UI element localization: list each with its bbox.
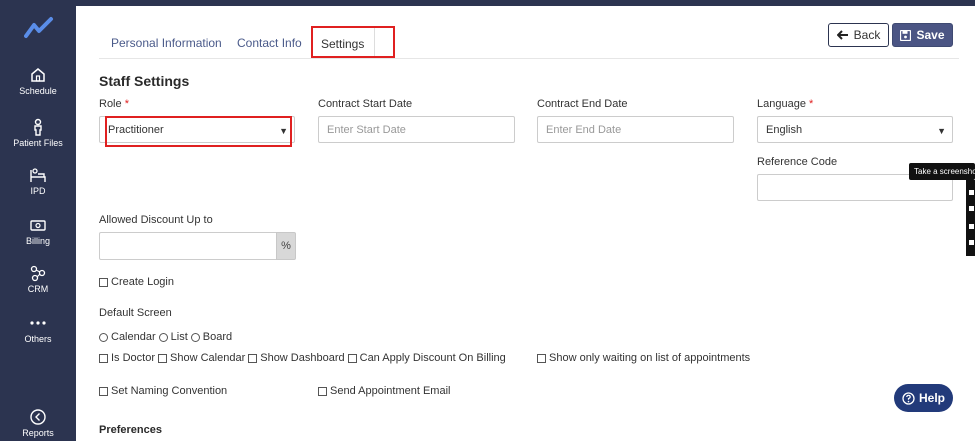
- tab-settings-highlight: Settings: [311, 26, 395, 58]
- allowed-discount-label: Allowed Discount Up to: [99, 214, 213, 226]
- sidebar-item-ipd[interactable]: IPD: [0, 166, 76, 196]
- radio-list-label: List: [170, 331, 188, 343]
- billing-icon: [30, 220, 46, 231]
- checkbox-box[interactable]: [537, 353, 546, 363]
- arrow-left-icon: [836, 30, 848, 40]
- sidebar-item-reports[interactable]: Reports: [0, 408, 76, 438]
- sidebar-item-crm[interactable]: CRM: [0, 264, 76, 294]
- required-marker: *: [124, 98, 129, 110]
- checkbox-box[interactable]: [99, 277, 108, 287]
- sidebar-item-schedule[interactable]: Schedule: [0, 66, 76, 96]
- radio-calendar-label: Calendar: [111, 331, 156, 343]
- radio-board[interactable]: [190, 332, 200, 342]
- is-doctor-checkbox[interactable]: [99, 353, 108, 363]
- tab-contact-info[interactable]: Contact Info: [237, 36, 302, 50]
- can-apply-discount-checkbox[interactable]: [347, 353, 357, 363]
- sidebar-item-label: Reports: [22, 428, 54, 438]
- reference-code-label: Reference Code: [757, 156, 838, 168]
- can-apply-discount-label: Can Apply Discount On Billing: [359, 352, 506, 364]
- save-label: Save: [916, 28, 945, 42]
- show-calendar-label: Show Calendar: [170, 352, 246, 364]
- language-label-text: Language: [757, 98, 806, 110]
- camera-icon[interactable]: [969, 190, 974, 195]
- sidebar-item-label: Patient Files: [13, 138, 63, 148]
- sidebar: Schedule Patient Files IPD Billing CRM O…: [0, 6, 76, 441]
- sidebar-item-label: Billing: [25, 236, 50, 246]
- default-screen-radio-group: Calendar List Board: [99, 331, 232, 343]
- edit-icon[interactable]: [969, 224, 974, 229]
- help-button[interactable]: Help: [894, 384, 953, 412]
- sidebar-item-billing[interactable]: Billing: [0, 216, 76, 246]
- reports-icon: [30, 409, 46, 425]
- help-icon: [902, 391, 915, 405]
- crm-icon: [30, 265, 46, 282]
- contract-start-date-field[interactable]: Enter Start Date: [318, 116, 515, 143]
- contract-end-label: Contract End Date: [537, 98, 628, 110]
- create-login-checkbox[interactable]: Create Login: [99, 276, 174, 288]
- role-label-text: Role: [99, 98, 122, 110]
- allowed-discount-field[interactable]: [99, 232, 277, 260]
- set-naming-convention-checkbox[interactable]: Set Naming Convention: [99, 385, 227, 397]
- send-appointment-email-label: Send Appointment Email: [330, 385, 451, 397]
- language-value: English: [766, 123, 803, 136]
- language-label: Language *: [757, 98, 813, 110]
- checkbox-box[interactable]: [318, 386, 327, 396]
- percent-suffix: %: [276, 232, 296, 260]
- person-icon: [34, 118, 42, 136]
- set-naming-convention-label: Set Naming Convention: [111, 385, 228, 397]
- contract-start-label: Contract Start Date: [318, 98, 413, 110]
- radio-list[interactable]: [158, 332, 168, 342]
- language-select[interactable]: English ▼: [757, 116, 953, 143]
- save-button[interactable]: Save: [892, 23, 953, 47]
- show-only-waiting-label: Show only waiting on list of appointment…: [549, 352, 751, 364]
- help-label: Help: [918, 391, 945, 405]
- screenshot-toolbar[interactable]: [966, 180, 975, 256]
- sidebar-item-patient-files[interactable]: Patient Files: [0, 118, 76, 148]
- is-doctor-label: Is Doctor: [111, 352, 156, 364]
- page-title: Staff Settings: [99, 73, 190, 89]
- caret-down-icon: ▼: [937, 126, 946, 136]
- role-highlight: [105, 116, 292, 147]
- sidebar-item-label: Others: [24, 334, 52, 344]
- tab-personal-information[interactable]: Personal Information: [111, 36, 222, 50]
- back-button[interactable]: Back: [828, 23, 889, 47]
- preferences-heading: Preferences: [99, 424, 162, 436]
- show-only-waiting-checkbox[interactable]: Show only waiting on list of appointment…: [537, 352, 750, 364]
- send-appointment-email-checkbox[interactable]: Send Appointment Email: [318, 385, 450, 397]
- required-marker: *: [809, 98, 814, 110]
- top-bar: [0, 0, 975, 6]
- sidebar-item-label: CRM: [27, 284, 49, 294]
- bed-icon: [30, 168, 46, 182]
- contract-start-placeholder: Enter Start Date: [327, 123, 406, 136]
- more-icon: [30, 321, 46, 325]
- sidebar-item-label: IPD: [30, 186, 46, 196]
- tab-divider: [99, 58, 959, 59]
- sidebar-item-label: Schedule: [19, 86, 57, 96]
- crop-icon[interactable]: [969, 206, 974, 211]
- show-dashboard-checkbox[interactable]: [248, 353, 258, 363]
- show-calendar-checkbox[interactable]: [158, 353, 168, 363]
- role-label: Role *: [99, 98, 129, 110]
- screenshot-tooltip: Take a screenshot: [909, 163, 975, 180]
- sidebar-item-others[interactable]: Others: [0, 314, 76, 344]
- home-icon: [31, 68, 45, 82]
- create-login-label: Create Login: [111, 276, 174, 288]
- options-checkbox-row: Is Doctor Show Calendar Show Dashboard C…: [99, 352, 506, 364]
- show-dashboard-label: Show Dashboard: [260, 352, 345, 364]
- app-logo[interactable]: [24, 16, 54, 40]
- radio-calendar[interactable]: [99, 332, 108, 342]
- contract-end-placeholder: Enter End Date: [546, 123, 622, 136]
- gear-icon[interactable]: [969, 240, 974, 245]
- floppy-disk-icon: [900, 29, 912, 41]
- checkbox-box[interactable]: [99, 386, 108, 396]
- default-screen-label: Default Screen: [99, 307, 172, 319]
- contract-end-date-field[interactable]: Enter End Date: [537, 116, 734, 143]
- tab-settings[interactable]: Settings: [313, 28, 375, 56]
- back-label: Back: [853, 28, 881, 42]
- radio-board-label: Board: [202, 331, 233, 343]
